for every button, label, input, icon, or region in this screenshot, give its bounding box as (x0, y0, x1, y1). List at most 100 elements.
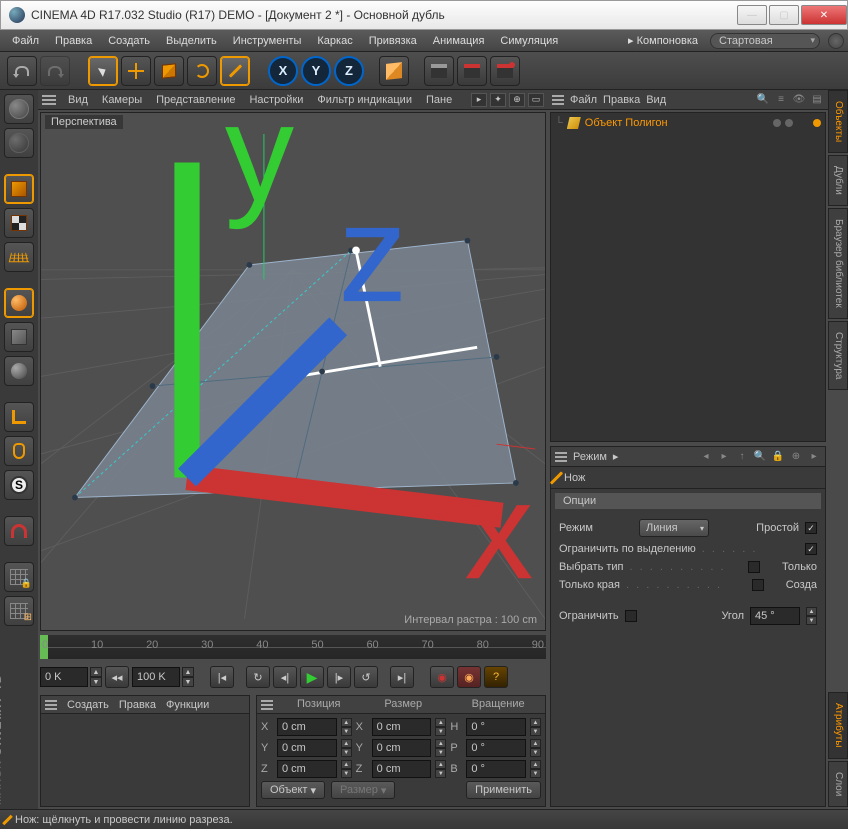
materials-menu-funcs[interactable]: Функции (166, 699, 209, 711)
rotate-tool[interactable] (187, 56, 217, 86)
play-back-button[interactable]: ◂| (273, 666, 297, 688)
vpmenu-options[interactable]: Настройки (243, 94, 309, 106)
axis-x-toggle[interactable]: X (268, 56, 298, 86)
model-mode[interactable] (4, 174, 34, 204)
rot-b-field[interactable]: 0 ° (466, 760, 526, 778)
polygon-mode[interactable] (4, 356, 34, 386)
viewport-3d[interactable]: Перспектива (40, 112, 546, 631)
size-y-field[interactable]: 0 cm (372, 739, 432, 757)
sidetab-objects[interactable]: Объекты (828, 90, 848, 153)
window-close[interactable]: ✕ (801, 5, 847, 25)
pos-x-field[interactable]: 0 cm (277, 718, 337, 736)
knife-edgesonly-checkbox[interactable] (752, 579, 764, 591)
snap-toggle[interactable] (4, 516, 34, 546)
menu-select[interactable]: Выделить (158, 30, 225, 52)
layout-combo[interactable]: Стартовая (710, 33, 820, 49)
rot-h-field[interactable]: 0 ° (466, 718, 526, 736)
attr-back-icon[interactable]: ◂ (699, 450, 713, 464)
tweak-mode[interactable] (4, 436, 34, 466)
knife-tool[interactable] (220, 56, 250, 86)
size-x-field[interactable]: 0 cm (372, 718, 432, 736)
obj-layers-icon[interactable]: ▤ (810, 93, 824, 107)
vp-nav-4-icon[interactable]: ▭ (528, 93, 544, 107)
sidetab-layers[interactable]: Слои (828, 761, 848, 807)
knife-restrict-checkbox[interactable] (625, 610, 637, 622)
keyframe-help-button[interactable]: ? (484, 666, 508, 688)
attr-more-icon[interactable]: ▸ (807, 450, 821, 464)
scale-tool[interactable] (154, 56, 184, 86)
obj-vis-editor-icon[interactable] (773, 119, 781, 127)
make-editable-button[interactable] (4, 94, 34, 124)
knife-restrictsel-checkbox[interactable] (805, 543, 817, 555)
vpmenu-panel[interactable]: Пане (420, 94, 458, 106)
object-row-polygon[interactable]: └ Объект Полигон (555, 117, 821, 129)
viewport-hamburger-icon[interactable] (42, 95, 56, 105)
objmenu-edit[interactable]: Правка (603, 94, 640, 106)
materials-menu-edit[interactable]: Правка (119, 699, 156, 711)
render-view-button[interactable] (424, 56, 454, 86)
workplane-lock[interactable] (4, 562, 34, 592)
axis-mode[interactable] (4, 402, 34, 432)
goto-end-button[interactable]: ▸| (390, 666, 414, 688)
menu-file[interactable]: Файл (4, 30, 47, 52)
timeline[interactable]: 010 2030 4050 6070 8090 (40, 635, 546, 659)
record-button[interactable]: ◉ (430, 666, 454, 688)
pos-y-field[interactable]: 0 cm (277, 739, 337, 757)
objmenu-file[interactable]: Файл (570, 94, 597, 106)
workplane-mode[interactable] (4, 242, 34, 272)
attr-tab-options[interactable]: Опции (555, 493, 821, 509)
attr-mode-label[interactable]: Режим (573, 451, 607, 463)
axis-z-toggle[interactable]: Z (334, 56, 364, 86)
autokey-button[interactable]: ◉ (457, 666, 481, 688)
sidetab-takes[interactable]: Дубли (828, 155, 848, 206)
preferences-icon[interactable] (828, 33, 844, 49)
attr-hamburger-icon[interactable] (555, 452, 567, 462)
attr-search-icon[interactable]: 🔍 (753, 450, 767, 464)
loop-fwd-button[interactable]: ↺ (354, 666, 378, 688)
menu-tools[interactable]: Инструменты (225, 30, 310, 52)
sidetab-structure[interactable]: Структура (828, 321, 848, 390)
edge-mode[interactable] (4, 322, 34, 352)
texture-mode[interactable] (4, 208, 34, 238)
obj-vis-render-icon[interactable] (785, 119, 793, 127)
object-name[interactable]: Объект Полигон (585, 117, 668, 129)
objects-hamburger-icon[interactable] (552, 95, 564, 105)
menu-simulation[interactable]: Симуляция (492, 30, 566, 52)
menu-create[interactable]: Создать (100, 30, 158, 52)
workplane-config[interactable] (4, 596, 34, 626)
objmenu-view[interactable]: Вид (646, 94, 666, 106)
sidetab-browser[interactable]: Браузер библиотек (828, 208, 848, 319)
coords-object-combo[interactable]: Объект ▾ (261, 781, 325, 799)
vpmenu-cameras[interactable]: Камеры (96, 94, 148, 106)
window-minimize[interactable]: — (737, 5, 767, 25)
knife-mode-combo[interactable]: Линия (639, 519, 709, 537)
menu-animation[interactable]: Анимация (425, 30, 493, 52)
sidetab-attributes[interactable]: Атрибуты (828, 692, 848, 758)
vp-nav-1-icon[interactable]: ▸ (471, 93, 487, 107)
window-maximize[interactable]: ▢ (769, 5, 799, 25)
attr-fwd-icon[interactable]: ▸ (717, 450, 731, 464)
coord-system-toggle[interactable] (379, 56, 409, 86)
obj-filter-icon[interactable]: ≡ (774, 93, 788, 107)
attr-new-icon[interactable]: ⊕ (789, 450, 803, 464)
obj-search-icon[interactable]: 🔍 (756, 93, 770, 107)
knife-angle-spinner[interactable]: ▲▼ (806, 607, 817, 625)
coords-size-combo[interactable]: Размер ▾ (331, 781, 395, 799)
vpmenu-view[interactable]: Вид (62, 94, 94, 106)
axis-y-toggle[interactable]: Y (301, 56, 331, 86)
undo-button[interactable] (7, 56, 37, 86)
frame-start-field[interactable]: 0 K (40, 667, 88, 687)
point-mode[interactable] (4, 288, 34, 318)
size-z-field[interactable]: 0 cm (372, 760, 432, 778)
move-tool[interactable] (121, 56, 151, 86)
menu-mesh[interactable]: Каркас (309, 30, 360, 52)
coords-apply-button[interactable]: Применить (466, 781, 541, 799)
obj-eye-icon[interactable]: 👁 (792, 93, 806, 107)
vp-nav-2-icon[interactable]: ✦ (490, 93, 506, 107)
knife-seltype-checkbox[interactable] (748, 561, 760, 573)
select-tool[interactable] (88, 56, 118, 86)
obj-layer-dot-icon[interactable] (813, 119, 821, 127)
attr-up-icon[interactable]: ↑ (735, 450, 749, 464)
menu-snap[interactable]: Привязка (361, 30, 425, 52)
play-button[interactable]: ▶ (300, 666, 324, 688)
